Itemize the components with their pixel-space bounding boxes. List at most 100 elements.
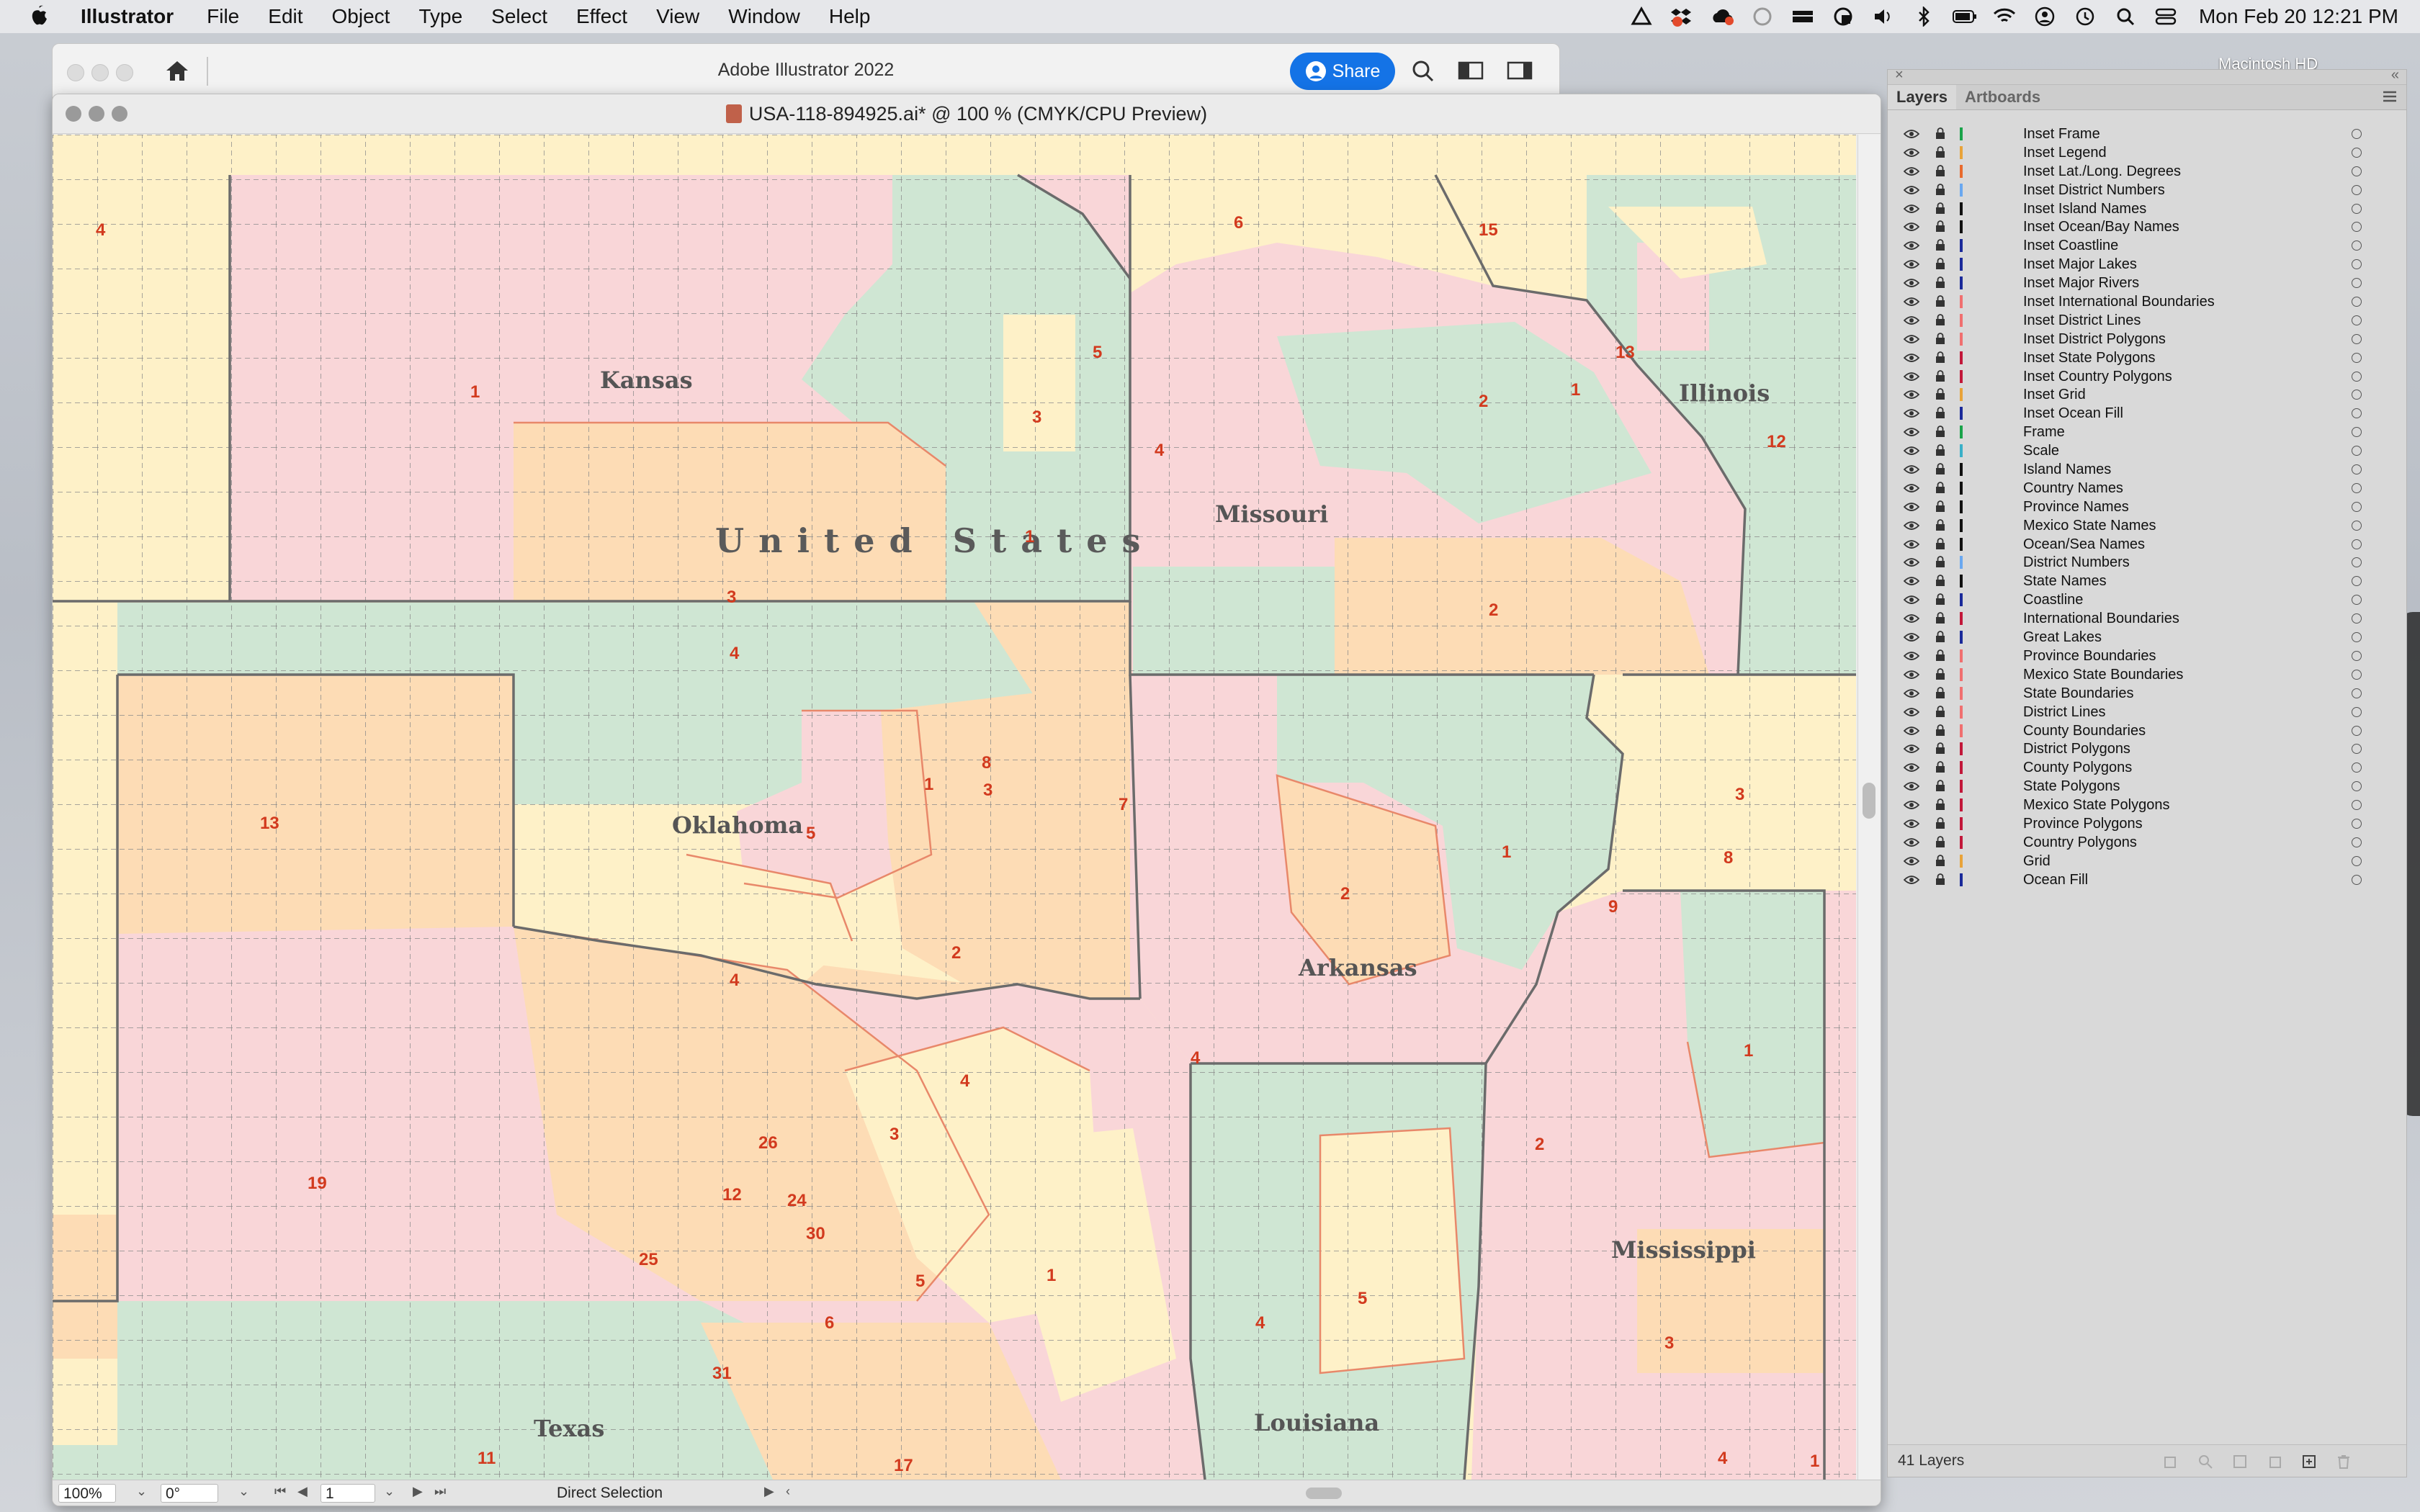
layer-name[interactable]: County Boundaries bbox=[2023, 723, 2146, 739]
lock-icon[interactable] bbox=[1935, 742, 1945, 755]
district-number-label[interactable]: 5 bbox=[1358, 1289, 1367, 1308]
layer-target-icon[interactable] bbox=[2352, 762, 2362, 773]
layer-name[interactable]: Mexico State Polygons bbox=[2023, 797, 2169, 814]
menu-select[interactable]: Select bbox=[491, 5, 547, 28]
state-label-texas[interactable]: Texas bbox=[534, 1415, 604, 1442]
district-number-label[interactable]: 24 bbox=[787, 1191, 807, 1210]
layer-name[interactable]: District Polygons bbox=[2023, 741, 2130, 757]
lock-icon[interactable] bbox=[1935, 276, 1945, 289]
visibility-eye-icon[interactable] bbox=[1904, 390, 1919, 400]
layer-row[interactable]: Ocean/Sea Names bbox=[1888, 535, 2406, 554]
lock-icon[interactable] bbox=[1935, 556, 1945, 568]
district-number-label[interactable]: 15 bbox=[1479, 220, 1498, 240]
visibility-eye-icon[interactable] bbox=[1904, 651, 1919, 661]
artboard-canvas[interactable]: United States Kansas Missouri Illinois O… bbox=[53, 135, 1856, 1480]
district-number-label[interactable]: 19 bbox=[308, 1174, 327, 1193]
layer-row[interactable]: Country Polygons bbox=[1888, 833, 2406, 852]
district-number-label[interactable]: 12 bbox=[722, 1185, 742, 1205]
visibility-eye-icon[interactable] bbox=[1904, 670, 1919, 680]
layer-row[interactable]: Inset International Boundaries bbox=[1888, 292, 2406, 311]
district-number-label[interactable]: 4 bbox=[960, 1071, 970, 1091]
lock-icon[interactable] bbox=[1935, 444, 1945, 456]
visibility-eye-icon[interactable] bbox=[1904, 632, 1919, 642]
menubar-clock[interactable]: Mon Feb 20 12:21 PM bbox=[2199, 5, 2398, 28]
lock-icon[interactable] bbox=[1935, 575, 1945, 587]
layer-name[interactable]: Mexico State Boundaries bbox=[2023, 667, 2183, 683]
dropbox-icon[interactable] bbox=[1670, 6, 1694, 27]
globe-icon[interactable] bbox=[1831, 6, 1855, 27]
lock-icon[interactable] bbox=[1935, 258, 1945, 270]
layer-target-icon[interactable] bbox=[2352, 259, 2362, 270]
district-number-label[interactable]: 2 bbox=[1535, 1135, 1544, 1154]
district-number-label[interactable]: 30 bbox=[806, 1224, 825, 1243]
layer-target-icon[interactable] bbox=[2352, 297, 2362, 307]
layer-target-icon[interactable] bbox=[2352, 482, 2362, 493]
visibility-eye-icon[interactable] bbox=[1904, 707, 1919, 717]
layer-target-icon[interactable] bbox=[2352, 613, 2362, 624]
visibility-eye-icon[interactable] bbox=[1904, 539, 1919, 549]
district-number-label[interactable]: 3 bbox=[727, 588, 736, 607]
layer-target-icon[interactable] bbox=[2352, 706, 2362, 717]
layer-name[interactable]: Country Polygons bbox=[2023, 834, 2137, 851]
layer-name[interactable]: Inset Ocean/Bay Names bbox=[2023, 219, 2179, 235]
visibility-eye-icon[interactable] bbox=[1904, 129, 1919, 139]
layer-row[interactable]: County Boundaries bbox=[1888, 721, 2406, 740]
state-label-louisiana[interactable]: Louisiana bbox=[1254, 1409, 1379, 1436]
artboard-dropdown-icon[interactable]: ⌄ bbox=[384, 1484, 395, 1499]
layer-target-icon[interactable] bbox=[2352, 650, 2362, 661]
layer-name[interactable]: District Lines bbox=[2023, 704, 2105, 721]
lock-icon[interactable] bbox=[1935, 686, 1945, 699]
lock-icon[interactable] bbox=[1935, 463, 1945, 475]
district-number-label[interactable]: 7 bbox=[1119, 795, 1128, 814]
layer-name[interactable]: Inset Major Rivers bbox=[2023, 275, 2139, 292]
visibility-eye-icon[interactable] bbox=[1904, 781, 1919, 791]
map-artwork[interactable]: United States Kansas Missouri Illinois O… bbox=[53, 135, 1856, 1480]
lock-icon[interactable] bbox=[1935, 724, 1945, 737]
district-number-label[interactable]: 6 bbox=[1234, 213, 1243, 233]
layer-target-icon[interactable] bbox=[2352, 315, 2362, 325]
layer-target-icon[interactable] bbox=[2352, 725, 2362, 736]
artboard-number-field[interactable]: 1 bbox=[321, 1484, 375, 1503]
layer-row[interactable]: Inset Major Rivers bbox=[1888, 274, 2406, 292]
lock-icon[interactable] bbox=[1935, 612, 1945, 624]
layer-target-icon[interactable] bbox=[2352, 576, 2362, 587]
lock-icon[interactable] bbox=[1935, 239, 1945, 251]
visibility-eye-icon[interactable] bbox=[1904, 819, 1919, 829]
visibility-eye-icon[interactable] bbox=[1904, 353, 1919, 363]
lock-icon[interactable] bbox=[1935, 649, 1945, 662]
layer-target-icon[interactable] bbox=[2352, 129, 2362, 139]
spotlight-search-icon[interactable] bbox=[2113, 6, 2138, 27]
layer-name[interactable]: Inset Major Lakes bbox=[2023, 256, 2137, 273]
visibility-eye-icon[interactable] bbox=[1904, 875, 1919, 885]
search-icon[interactable] bbox=[1410, 58, 1437, 83]
district-number-label[interactable]: 1 bbox=[924, 775, 933, 794]
layer-target-icon[interactable] bbox=[2352, 446, 2362, 456]
district-number-label[interactable]: 5 bbox=[806, 824, 815, 843]
menu-help[interactable]: Help bbox=[829, 5, 871, 28]
lock-icon[interactable] bbox=[1935, 164, 1945, 177]
layer-row[interactable]: Inset Country Polygons bbox=[1888, 367, 2406, 386]
layer-target-icon[interactable] bbox=[2352, 408, 2362, 419]
tab-artboards[interactable]: Artboards bbox=[1956, 85, 2049, 109]
lock-icon[interactable] bbox=[1935, 835, 1945, 848]
layer-row[interactable]: Ocean Fill bbox=[1888, 870, 2406, 889]
visibility-eye-icon[interactable] bbox=[1904, 240, 1919, 251]
panel-menu-icon[interactable] bbox=[2382, 89, 2398, 104]
layer-target-icon[interactable] bbox=[2352, 240, 2362, 251]
layer-row[interactable]: Inset State Polygons bbox=[1888, 348, 2406, 367]
layer-name[interactable]: County Polygons bbox=[2023, 760, 2132, 776]
district-number-label[interactable]: 13 bbox=[260, 814, 279, 833]
district-number-label[interactable]: 2 bbox=[951, 943, 961, 963]
layer-row[interactable]: Inset Ocean/Bay Names bbox=[1888, 217, 2406, 236]
layer-target-icon[interactable] bbox=[2352, 333, 2362, 344]
locate-object-icon[interactable] bbox=[2197, 1454, 2213, 1470]
district-number-label[interactable]: 8 bbox=[982, 753, 991, 773]
state-label-arkansas[interactable]: Arkansas bbox=[1298, 954, 1417, 981]
first-artboard-icon[interactable]: ⏮ bbox=[274, 1484, 286, 1499]
layer-target-icon[interactable] bbox=[2352, 557, 2362, 568]
layer-target-icon[interactable] bbox=[2352, 781, 2362, 792]
visibility-eye-icon[interactable] bbox=[1904, 166, 1919, 176]
current-tool-label[interactable]: Direct Selection bbox=[557, 1485, 663, 1502]
bluetooth-icon[interactable] bbox=[1912, 6, 1936, 27]
district-number-label[interactable]: 25 bbox=[639, 1250, 658, 1269]
